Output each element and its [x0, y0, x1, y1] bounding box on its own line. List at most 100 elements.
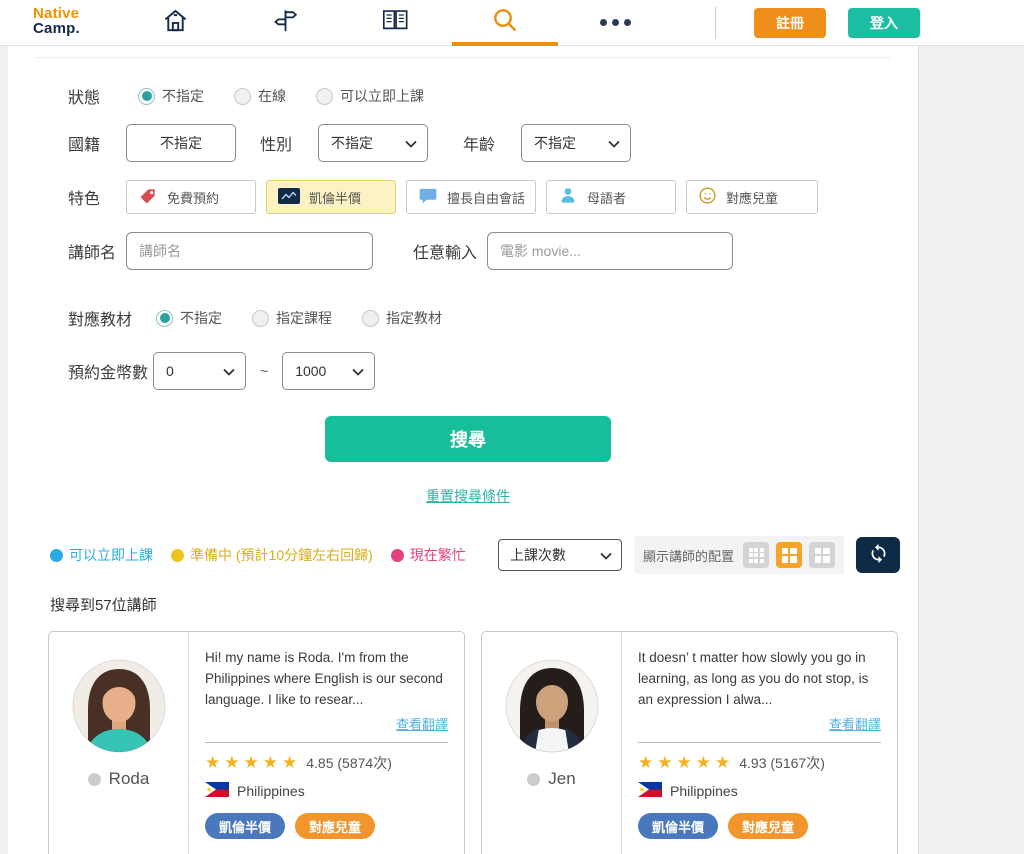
feature-label: 凱倫半價	[309, 188, 361, 207]
feature-callan-half-price[interactable]: 凱倫半價	[266, 180, 396, 214]
materials-option-textbook[interactable]: 指定教材	[362, 308, 442, 328]
rating-text: 4.85 (5874次)	[306, 753, 392, 773]
materials-option-any[interactable]: 不指定	[156, 308, 222, 328]
materials-label: 對應教材	[68, 306, 156, 330]
feature-kids-friendly[interactable]: 對應兒童	[686, 180, 818, 214]
coins-from-select[interactable]: 0	[153, 352, 246, 390]
person-icon	[558, 186, 578, 209]
star-icon: ★	[224, 753, 243, 773]
tag-kids-friendly[interactable]: 對應兒童	[728, 813, 808, 839]
status-option-online[interactable]: 在線	[234, 86, 286, 106]
sort-select-value: 上課次數	[510, 545, 566, 565]
view-translation-link[interactable]: 查看翻譯	[205, 714, 448, 733]
teacher-avatar[interactable]	[72, 659, 166, 753]
radio-icon	[252, 310, 269, 327]
yellow-dot-icon	[171, 549, 184, 562]
coins-to-select[interactable]: 1000	[282, 352, 375, 390]
more-dots-icon	[600, 19, 631, 26]
card-divider	[638, 742, 881, 743]
search-button[interactable]: 搜尋	[325, 416, 611, 462]
search-icon	[491, 6, 519, 39]
layout-switcher: 顯示講師的配置	[634, 536, 844, 574]
feature-free-conversation[interactable]: 擅長自由會話	[406, 180, 536, 214]
tag-kids-friendly[interactable]: 對應兒童	[295, 813, 375, 839]
coins-to-value: 1000	[295, 363, 326, 379]
teacher-card-left: Roda	[49, 632, 189, 854]
status-option-any[interactable]: 不指定	[138, 86, 204, 106]
features-row: 特色 免費預約 凱倫半價 擅長自由會話	[68, 180, 918, 214]
status-offline-icon	[527, 773, 540, 786]
feature-label: 擅長自由會話	[447, 188, 525, 207]
nationality-label: 國籍	[68, 131, 126, 155]
nativecamp-logo[interactable]: Native Camp.	[33, 6, 80, 36]
teacher-card[interactable]: Roda Hi! my name is Roda. I'm from the P…	[48, 631, 465, 854]
view-translation-link[interactable]: 查看翻譯	[638, 714, 881, 733]
tags-row: 凱倫半價 對應兒童	[205, 813, 448, 839]
login-button[interactable]: 登入	[848, 8, 920, 38]
radio-icon	[234, 88, 251, 105]
grid-3x3-icon	[749, 548, 764, 563]
materials-option-course[interactable]: 指定課程	[252, 308, 332, 328]
nav-icons	[120, 0, 670, 45]
radio-label: 不指定	[180, 308, 222, 328]
card-divider	[205, 742, 448, 743]
feature-free-reservation[interactable]: 免費預約	[126, 180, 256, 214]
teacher-card[interactable]: Jen It doesn’ t matter how slowly you go…	[481, 631, 898, 854]
chevron-down-icon	[600, 547, 612, 563]
keyword-input[interactable]	[487, 232, 733, 270]
search-panel: 狀態 不指定 在線 可以立即上課 國籍 不指定 性別	[8, 46, 919, 854]
nationality-button[interactable]: 不指定	[126, 124, 236, 162]
gender-label: 性別	[260, 131, 318, 155]
age-select[interactable]: 不指定	[521, 124, 631, 162]
teacher-name-input[interactable]	[126, 232, 373, 270]
star-icon: ★	[696, 753, 715, 773]
nav-lessons[interactable]	[340, 0, 450, 45]
status-offline-icon	[88, 773, 101, 786]
radio-label: 可以立即上課	[340, 86, 424, 106]
results-bar: 可以立即上課 準備中 (預計10分鐘左右回歸) 現在繁忙 上課次數	[50, 536, 900, 574]
result-count: 搜尋到57位講師	[50, 594, 918, 615]
tag-callan-half-price[interactable]: 凱倫半價	[638, 813, 718, 839]
layout-medium-button[interactable]	[776, 542, 802, 568]
teacher-name-row: Roda	[88, 769, 150, 789]
status-row: 狀態 不指定 在線 可以立即上課	[68, 84, 918, 108]
age-label: 年齡	[463, 131, 521, 155]
refresh-button[interactable]	[856, 537, 900, 573]
rating-row: ★★★★★ 4.93 (5167次)	[638, 753, 881, 773]
feature-label: 免費預約	[167, 188, 219, 207]
feature-label: 對應兒童	[726, 188, 778, 207]
status-option-available-now[interactable]: 可以立即上課	[316, 86, 424, 106]
panel-top-divider	[36, 57, 890, 58]
nav-home[interactable]	[120, 0, 230, 45]
layout-large-button[interactable]	[809, 542, 835, 568]
legend-label: 準備中 (預計10分鐘左右回歸)	[190, 545, 373, 565]
rating-row: ★★★★★ 4.85 (5874次)	[205, 753, 448, 773]
results-controls: 上課次數 顯示講師的配置	[498, 536, 900, 574]
callan-icon	[278, 187, 300, 208]
radio-label: 不指定	[162, 86, 204, 106]
star-icon: ★	[638, 753, 657, 773]
country-row: Philippines	[638, 782, 881, 800]
teacher-avatar[interactable]	[505, 659, 599, 753]
nav-more[interactable]	[560, 0, 670, 45]
home-icon	[162, 7, 189, 39]
smiley-icon	[698, 186, 717, 208]
features-label: 特色	[68, 185, 126, 209]
keyword-label: 任意輸入	[413, 239, 487, 263]
nav-signpost[interactable]	[230, 0, 340, 45]
gender-select[interactable]: 不指定	[318, 124, 428, 162]
radio-label: 指定課程	[276, 308, 332, 328]
legend-label: 可以立即上課	[69, 545, 153, 565]
register-button[interactable]: 註冊	[754, 8, 826, 38]
legend-label: 現在繁忙	[410, 545, 466, 565]
tag-callan-half-price[interactable]: 凱倫半價	[205, 813, 285, 839]
sort-select[interactable]: 上課次數	[498, 539, 622, 571]
reset-search-link[interactable]: 重置搜尋條件	[426, 486, 510, 506]
philippines-flag-icon	[205, 782, 229, 800]
layout-list-button[interactable]	[743, 542, 769, 568]
teacher-name-row: Jen	[527, 769, 575, 789]
nav-search[interactable]	[450, 0, 560, 45]
country-name: Philippines	[237, 783, 305, 799]
coins-row: 預約金幣數 0 ~ 1000	[68, 352, 918, 390]
feature-native-speaker[interactable]: 母語者	[546, 180, 676, 214]
